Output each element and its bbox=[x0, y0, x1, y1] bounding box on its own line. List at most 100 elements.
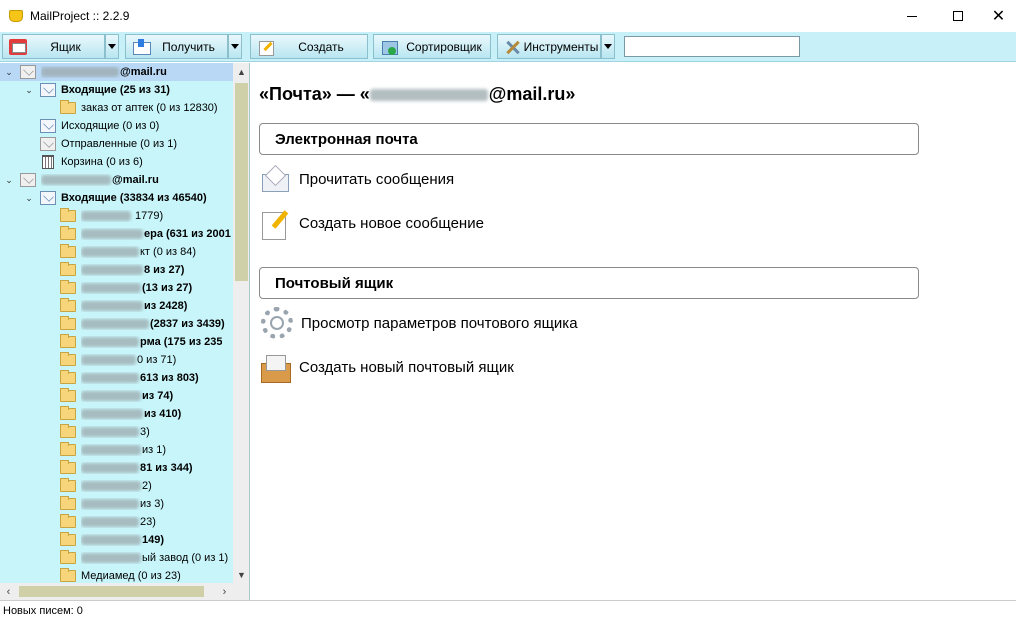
collapse-icon[interactable]: ⌄ bbox=[4, 67, 14, 77]
receive-button[interactable]: Получить bbox=[125, 34, 228, 59]
tree-folder-pharmacy[interactable]: заказ от аптек (0 из 12830) bbox=[0, 99, 233, 117]
tree-folder[interactable]: 3) bbox=[0, 423, 233, 441]
scroll-right-icon[interactable]: › bbox=[216, 583, 233, 600]
tree-folder[interactable]: кт (0 из 84) bbox=[0, 243, 233, 261]
tools-icon bbox=[504, 39, 522, 55]
tree-folder[interactable]: (13 из 27) bbox=[0, 279, 233, 297]
search-input[interactable] bbox=[624, 36, 800, 57]
folder-icon bbox=[60, 316, 76, 330]
tree-folder[interactable]: 613 из 803) bbox=[0, 369, 233, 387]
window-title: MailProject :: 2.2.9 bbox=[30, 9, 130, 23]
folder-label: Медиамед (0 из 23) bbox=[81, 570, 181, 582]
vertical-scrollbar[interactable]: ▲ ▼ bbox=[233, 63, 249, 583]
tree-sent[interactable]: Отправленные (0 из 1) bbox=[0, 135, 233, 153]
receive-button-label: Получить bbox=[162, 39, 215, 54]
section-email: Электронная почта bbox=[259, 123, 919, 155]
tree-folder[interactable]: 23) bbox=[0, 513, 233, 531]
tree-inbox-2[interactable]: ⌄ Входящие (33834 из 46540) bbox=[0, 189, 233, 207]
tree-folder[interactable]: (2837 из 3439) bbox=[0, 315, 233, 333]
collapse-icon[interactable]: ⌄ bbox=[4, 175, 14, 185]
tree-folder[interactable]: ера (631 из 2001 bbox=[0, 225, 233, 243]
scroll-down-icon[interactable]: ▼ bbox=[233, 566, 249, 583]
tools-button[interactable]: Инструменты bbox=[497, 34, 601, 59]
tree-trash[interactable]: Корзина (0 из 6) bbox=[0, 153, 233, 171]
gear-icon bbox=[261, 307, 293, 339]
scroll-thumb[interactable] bbox=[235, 83, 248, 281]
tree-folder[interactable]: из 1) bbox=[0, 441, 233, 459]
folder-icon bbox=[60, 514, 76, 528]
tree-folder[interactable]: 1779) bbox=[0, 207, 233, 225]
folder-label: ый завод (0 из 1) bbox=[142, 552, 229, 564]
maximize-button[interactable] bbox=[935, 0, 981, 32]
folder-label: кт (0 из 84) bbox=[140, 246, 197, 258]
tree-folder[interactable]: ый завод (0 из 1) bbox=[0, 549, 233, 567]
collapse-icon[interactable]: ⌄ bbox=[24, 193, 34, 203]
tree-folder[interactable]: из 410) bbox=[0, 405, 233, 423]
folder-icon bbox=[60, 370, 76, 384]
tree-folder[interactable]: 149) bbox=[0, 531, 233, 549]
receive-mail-icon bbox=[132, 38, 151, 55]
tools-dropdown-button[interactable] bbox=[601, 34, 615, 59]
sent-label: Отправленные (0 из 1) bbox=[61, 138, 178, 150]
redacted-text bbox=[81, 499, 139, 510]
close-button[interactable]: ✕ bbox=[981, 0, 1016, 32]
redacted-text bbox=[41, 67, 119, 78]
folder-tree-rows: ⌄ @mail.ru ⌄ Входящие (25 из 31) заказ о… bbox=[0, 63, 233, 585]
mailbox-dropdown-button[interactable] bbox=[105, 34, 119, 59]
section-mailbox-label: Почтовый ящик bbox=[275, 274, 394, 292]
folder-icon bbox=[60, 280, 76, 294]
outbox-label: Исходящие (0 из 0) bbox=[61, 120, 160, 132]
folder-label: из 2428) bbox=[144, 300, 188, 312]
read-messages-link[interactable]: Прочитать сообщения bbox=[259, 163, 454, 195]
chevron-down-icon bbox=[231, 44, 239, 49]
receive-dropdown-button[interactable] bbox=[228, 34, 242, 59]
collapse-icon[interactable]: ⌄ bbox=[24, 85, 34, 95]
section-mailbox: Почтовый ящик bbox=[259, 267, 919, 299]
folder-icon bbox=[60, 478, 76, 492]
scroll-left-icon[interactable]: ‹ bbox=[0, 583, 17, 600]
tree-folder[interactable]: 0 из 71) bbox=[0, 351, 233, 369]
tree-folder[interactable]: 2) bbox=[0, 477, 233, 495]
tree-folder[interactable]: из 2428) bbox=[0, 297, 233, 315]
tree-folder[interactable]: рма (175 из 235 bbox=[0, 333, 233, 351]
new-mailbox-link[interactable]: Создать новый почтовый ящик bbox=[259, 351, 514, 383]
tree-folder[interactable]: из 74) bbox=[0, 387, 233, 405]
redacted-text bbox=[81, 373, 139, 384]
folder-label: из 3) bbox=[140, 498, 165, 510]
section-email-label: Электронная почта bbox=[275, 130, 418, 148]
maximize-icon bbox=[953, 11, 963, 21]
open-envelope-icon bbox=[259, 163, 291, 195]
title-prefix: «Почта» — « bbox=[259, 84, 370, 104]
folder-label: (13 из 27) bbox=[142, 282, 193, 294]
redacted-text bbox=[81, 391, 141, 402]
tree-outbox[interactable]: Исходящие (0 из 0) bbox=[0, 117, 233, 135]
folder-icon bbox=[60, 352, 76, 366]
status-text: Новых писем: 0 bbox=[3, 604, 83, 617]
tree-folder[interactable]: 81 из 344) bbox=[0, 459, 233, 477]
folder-tree: ⌄ @mail.ru ⌄ Входящие (25 из 31) заказ о… bbox=[0, 63, 250, 600]
tree-folder[interactable]: из 3) bbox=[0, 495, 233, 513]
folder-label: ера (631 из 2001 bbox=[144, 228, 231, 240]
tree-account-1[interactable]: ⌄ @mail.ru bbox=[0, 63, 233, 81]
horizontal-scrollbar[interactable]: ‹ › bbox=[0, 583, 233, 600]
scroll-up-icon[interactable]: ▲ bbox=[233, 63, 249, 80]
redacted-text bbox=[81, 211, 131, 222]
create-button[interactable]: Создать bbox=[250, 34, 368, 59]
tree-inbox-1[interactable]: ⌄ Входящие (25 из 31) bbox=[0, 81, 233, 99]
new-message-link[interactable]: Создать новое сообщение bbox=[259, 207, 484, 240]
scroll-thumb[interactable] bbox=[19, 586, 204, 597]
minimize-button[interactable] bbox=[889, 0, 935, 32]
redacted-text bbox=[81, 301, 143, 312]
mailbox-settings-link[interactable]: Просмотр параметров почтового ящика bbox=[259, 307, 578, 339]
redacted-text bbox=[81, 517, 139, 528]
redacted-text bbox=[81, 481, 141, 492]
sorter-button[interactable]: Сортировщик bbox=[373, 34, 491, 59]
mailbox-button[interactable]: Ящик bbox=[2, 34, 105, 59]
minimize-icon bbox=[907, 15, 917, 17]
tree-folder[interactable]: 8 из 27) bbox=[0, 261, 233, 279]
redacted-text bbox=[81, 229, 143, 240]
tree-account-2[interactable]: ⌄ @mail.ru bbox=[0, 171, 233, 189]
redacted-text bbox=[81, 445, 141, 456]
folder-label: 0 из 71) bbox=[137, 354, 177, 366]
folder-icon bbox=[60, 532, 76, 546]
